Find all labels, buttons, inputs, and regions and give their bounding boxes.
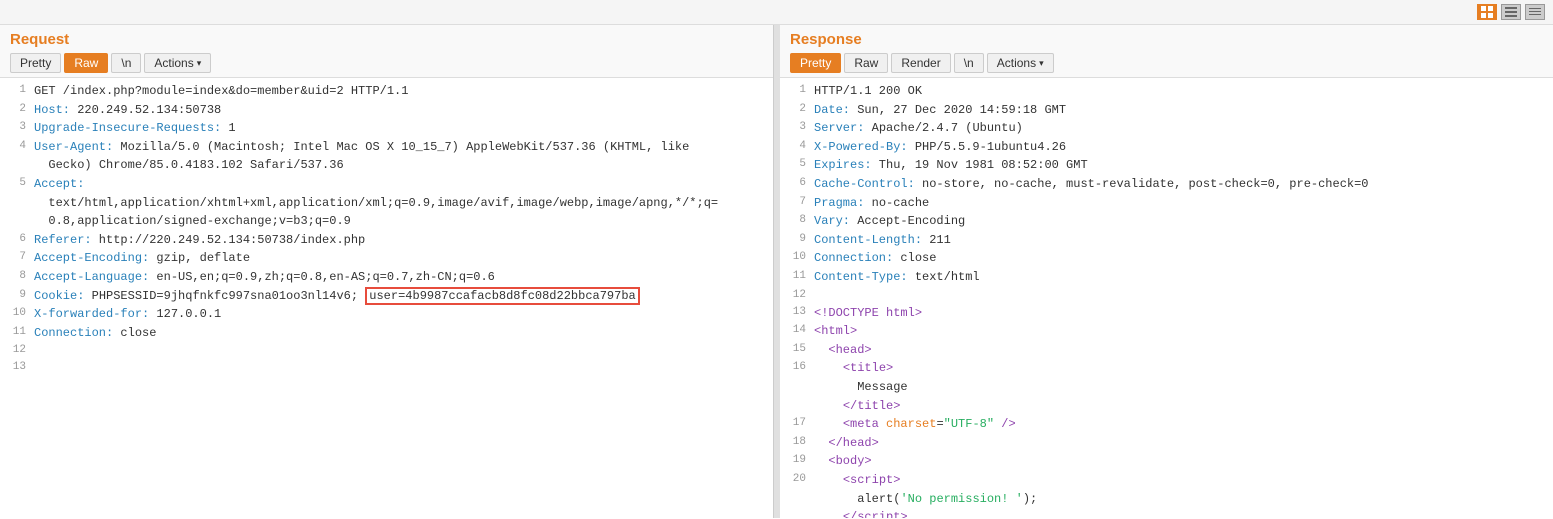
line-9: 9 Cookie: PHPSESSID=9jhqfnkfc997sna01oo3… bbox=[8, 287, 765, 306]
line-1: 1 GET /index.php?module=index&do=member&… bbox=[8, 82, 765, 101]
resp-line-4: 4 X-Powered-By: PHP/5.5.9-1ubuntu4.26 bbox=[788, 138, 1545, 157]
request-title: Request bbox=[10, 31, 763, 48]
resp-line-9: 9 Content-Length: 211 bbox=[788, 231, 1545, 250]
resp-line-10: 10 Connection: close bbox=[788, 249, 1545, 268]
resp-line-19: 19 <body> bbox=[788, 452, 1545, 471]
resp-line-2: 2 Date: Sun, 27 Dec 2020 14:59:18 GMT bbox=[788, 101, 1545, 120]
request-tab-pretty[interactable]: Pretty bbox=[10, 53, 61, 73]
chevron-down-icon: ▾ bbox=[1039, 58, 1044, 69]
response-title: Response bbox=[790, 31, 1543, 48]
resp-line-8: 8 Vary: Accept-Encoding bbox=[788, 212, 1545, 231]
request-actions-button[interactable]: Actions ▾ bbox=[144, 53, 211, 73]
resp-line-14: 14 <html> bbox=[788, 322, 1545, 341]
resp-line-18: 18 </head> bbox=[788, 434, 1545, 453]
resp-line-1: 1 HTTP/1.1 200 OK bbox=[788, 82, 1545, 101]
top-bar bbox=[0, 0, 1553, 25]
line-13: 13 bbox=[8, 359, 765, 376]
list-view-button[interactable] bbox=[1501, 4, 1521, 20]
response-tab-raw[interactable]: Raw bbox=[844, 53, 888, 73]
compact-view-button[interactable] bbox=[1525, 4, 1545, 20]
resp-line-3: 3 Server: Apache/2.4.7 (Ubuntu) bbox=[788, 119, 1545, 138]
line-3: 3 Upgrade-Insecure-Requests: 1 bbox=[8, 119, 765, 138]
request-panel-header: Request Pretty Raw \n Actions ▾ bbox=[0, 25, 773, 78]
line-5: 5 Accept: bbox=[8, 175, 765, 194]
response-panel-header: Response Pretty Raw Render \n Actions ▾ bbox=[780, 25, 1553, 78]
line-4: 4 User-Agent: Mozilla/5.0 (Macintosh; In… bbox=[8, 138, 765, 157]
response-panel: Response Pretty Raw Render \n Actions ▾ … bbox=[780, 25, 1553, 518]
line-7: 7 Accept-Encoding: gzip, deflate bbox=[8, 249, 765, 268]
request-panel: Request Pretty Raw \n Actions ▾ 1 GET /i… bbox=[0, 25, 774, 518]
line-4b: Gecko) Chrome/85.0.4183.102 Safari/537.3… bbox=[8, 156, 765, 175]
resp-line-16c: </title> bbox=[788, 397, 1545, 416]
resp-line-16: 16 <title> bbox=[788, 359, 1545, 378]
resp-line-15: 15 <head> bbox=[788, 341, 1545, 360]
response-tab-pretty[interactable]: Pretty bbox=[790, 53, 841, 73]
resp-line-20: 20 <script> bbox=[788, 471, 1545, 490]
response-tab-n[interactable]: \n bbox=[954, 53, 984, 73]
line-8: 8 Accept-Language: en-US,en;q=0.9,zh;q=0… bbox=[8, 268, 765, 287]
request-tab-n[interactable]: \n bbox=[111, 53, 141, 73]
resp-line-13: 13 <!DOCTYPE html> bbox=[788, 304, 1545, 323]
request-content[interactable]: 1 GET /index.php?module=index&do=member&… bbox=[0, 78, 773, 518]
resp-line-20b: alert('No permission! '); bbox=[788, 490, 1545, 509]
resp-line-16b: Message bbox=[788, 378, 1545, 397]
line-12: 12 bbox=[8, 342, 765, 359]
response-actions-button[interactable]: Actions ▾ bbox=[987, 53, 1054, 73]
line-5c: 0.8,application/signed-exchange;v=b3;q=0… bbox=[8, 212, 765, 231]
line-2: 2 Host: 220.249.52.134:50738 bbox=[8, 101, 765, 120]
grid-view-button[interactable] bbox=[1477, 4, 1497, 20]
line-5b: text/html,application/xhtml+xml,applicat… bbox=[8, 194, 765, 213]
request-tab-raw[interactable]: Raw bbox=[64, 53, 108, 73]
resp-line-6: 6 Cache-Control: no-store, no-cache, mus… bbox=[788, 175, 1545, 194]
response-tab-render[interactable]: Render bbox=[891, 53, 950, 73]
resp-line-17: 17 <meta charset="UTF-8" /> bbox=[788, 415, 1545, 434]
resp-line-11: 11 Content-Type: text/html bbox=[788, 268, 1545, 287]
line-11: 11 Connection: close bbox=[8, 324, 765, 343]
resp-line-12: 12 bbox=[788, 287, 1545, 304]
resp-line-20c: </script> bbox=[788, 508, 1545, 518]
resp-line-7: 7 Pragma: no-cache bbox=[788, 194, 1545, 213]
line-10: 10 X-forwarded-for: 127.0.0.1 bbox=[8, 305, 765, 324]
request-toolbar: Pretty Raw \n Actions ▾ bbox=[10, 53, 763, 73]
panels: Request Pretty Raw \n Actions ▾ 1 GET /i… bbox=[0, 25, 1553, 518]
response-toolbar: Pretty Raw Render \n Actions ▾ bbox=[790, 53, 1543, 73]
line-6: 6 Referer: http://220.249.52.134:50738/i… bbox=[8, 231, 765, 250]
response-content[interactable]: 1 HTTP/1.1 200 OK 2 Date: Sun, 27 Dec 20… bbox=[780, 78, 1553, 518]
chevron-down-icon: ▾ bbox=[197, 58, 202, 69]
resp-line-5: 5 Expires: Thu, 19 Nov 1981 08:52:00 GMT bbox=[788, 156, 1545, 175]
